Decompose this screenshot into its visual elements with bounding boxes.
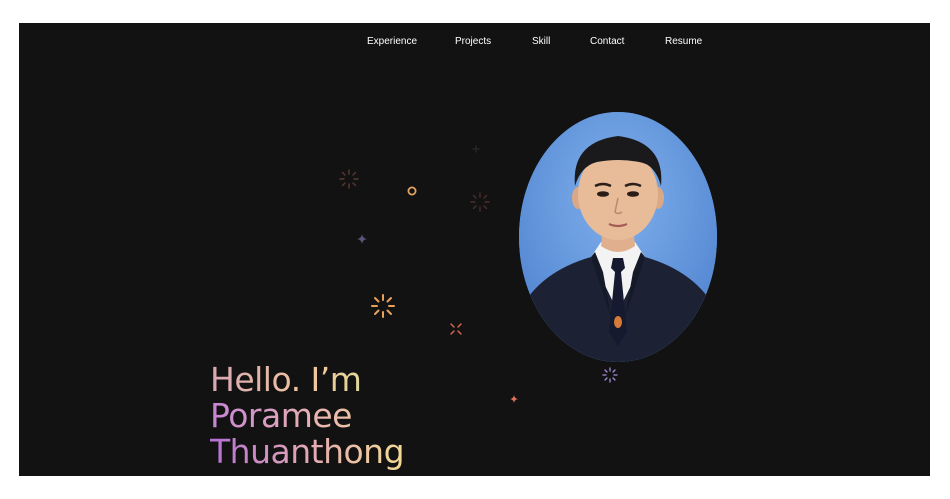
faint-plus-icon [472,145,480,153]
hero-heading: Hello. I’m Poramee Thuanthong [210,362,405,471]
nav-link-skill[interactable]: Skill [532,36,550,47]
nav-link-resume[interactable]: Resume [665,36,702,47]
burst-icon [450,323,462,335]
burst-icon [602,367,618,383]
plus-sparkle-icon [510,395,518,403]
faint-burst-icon [339,169,359,189]
hero-first-name: Poramee [210,398,404,434]
nav-link-contact[interactable]: Contact [590,36,624,47]
plus-sparkle-icon [357,234,367,244]
nav-link-experience[interactable]: Experience [367,36,417,47]
hero-greeting: Hello. I’m [210,362,404,398]
profile-photo [519,112,717,362]
hero-last-name: Thuanthong [210,432,405,471]
profile-portrait-illustration [519,112,717,362]
burst-icon [371,294,395,318]
top-navigation: Experience Projects Skill Contact Resume [19,23,930,61]
faint-burst-icon [470,192,490,212]
nav-link-projects[interactable]: Projects [455,36,491,47]
ring-icon [407,186,417,196]
portfolio-page: Experience Projects Skill Contact Resume [19,23,930,476]
